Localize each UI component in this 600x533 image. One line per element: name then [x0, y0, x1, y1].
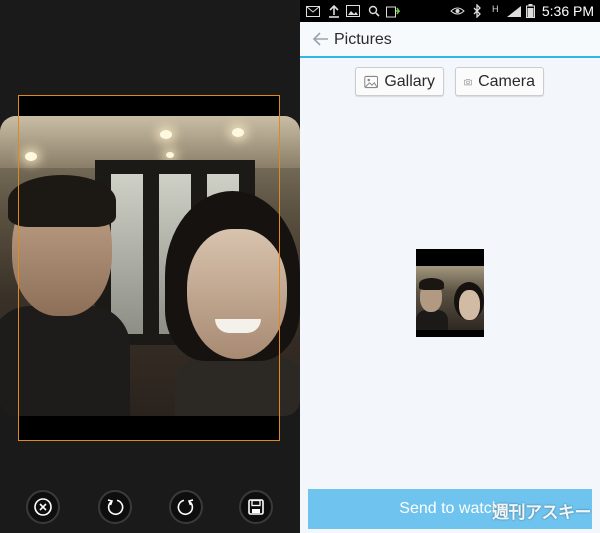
crop-editor	[0, 0, 300, 533]
network-type-indicator: H	[492, 3, 499, 14]
gallery-button-label: Gallary	[384, 72, 435, 90]
status-time: 5:36 PM	[541, 3, 594, 19]
battery-icon	[526, 4, 535, 18]
gallery-button[interactable]: Gallary	[355, 67, 444, 96]
rotate-right-button[interactable]	[169, 490, 203, 524]
upload-icon	[328, 4, 340, 18]
cancel-button[interactable]	[26, 490, 60, 524]
rotate-cw-icon	[177, 499, 194, 516]
send-button-label: Send to watch	[399, 500, 501, 517]
crop-frame[interactable]	[18, 95, 280, 441]
gallery-icon	[364, 75, 379, 88]
search-icon	[368, 4, 380, 18]
close-circle-icon	[34, 498, 52, 516]
page-title: Pictures	[334, 31, 392, 48]
camera-icon	[464, 78, 472, 85]
image-icon	[346, 4, 360, 18]
publisher-watermark: 週刊アスキー	[492, 503, 592, 522]
bluetooth-icon	[472, 4, 482, 18]
signal-icon	[506, 4, 522, 18]
camera-button[interactable]: Camera	[455, 67, 544, 96]
battery-charging-icon	[386, 4, 400, 18]
selected-picture-preview[interactable]	[416, 249, 484, 337]
save-button[interactable]	[239, 490, 273, 524]
rotate-left-button[interactable]	[98, 490, 132, 524]
back-arrow-icon[interactable]	[312, 30, 330, 48]
mail-icon	[306, 4, 320, 18]
action-bar: Pictures	[300, 22, 600, 58]
camera-button-label: Camera	[478, 72, 535, 90]
rotate-ccw-icon	[107, 499, 124, 516]
floppy-disk-icon	[248, 499, 264, 515]
eye-icon	[450, 4, 465, 18]
pictures-screen: H 5:36 PM Pictures Gallary Camera Send t…	[300, 0, 600, 533]
status-bar: H 5:36 PM	[300, 0, 600, 22]
editor-toolbar	[0, 490, 300, 530]
